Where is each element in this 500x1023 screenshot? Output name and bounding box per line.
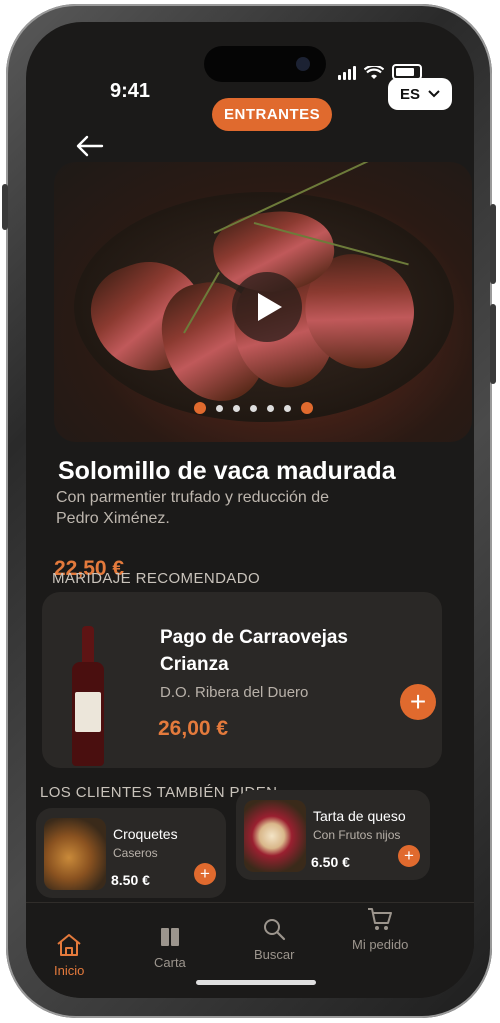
- suggestion-card[interactable]: Tarta de queso Con Frutos nijos 6.50 € +: [236, 790, 430, 880]
- carousel-dots[interactable]: [194, 402, 313, 414]
- tab-label: Inicio: [54, 963, 85, 978]
- pairing-section-label: MARIDAJE RECOMENDADO: [52, 570, 261, 587]
- suggestion-subtitle: Caseros: [113, 846, 158, 860]
- tab-mi-pedido[interactable]: Mi pedido: [352, 907, 408, 952]
- wine-pairing-card[interactable]: Pago de Carraovejas Crianza D.O. Ribera …: [42, 592, 442, 768]
- wine-bottle-image: [72, 626, 104, 766]
- chevron-down-icon: [428, 90, 440, 98]
- add-suggestion-button[interactable]: +: [398, 845, 420, 867]
- side-button: [2, 184, 8, 230]
- carousel-dot[interactable]: [194, 402, 206, 414]
- category-badge[interactable]: ENTRANTES: [212, 98, 333, 131]
- plus-icon: +: [404, 846, 414, 865]
- tab-carta[interactable]: Carta: [154, 925, 186, 970]
- cart-icon: [368, 908, 393, 930]
- wine-origin: D.O. Ribera del Duero: [160, 684, 309, 701]
- dish-description: Con parmentier trufado y reducción de Pe…: [56, 489, 330, 527]
- side-button: [490, 204, 496, 284]
- carousel-dot[interactable]: [267, 404, 274, 412]
- wine-name-line: Pago de Carraovejas: [160, 627, 348, 648]
- arrow-left-icon: [76, 135, 104, 157]
- plus-icon: +: [409, 686, 427, 717]
- add-wine-button[interactable]: +: [400, 684, 436, 720]
- app-screen: 9:41 ENTRANTES ES Solomillo de vaca madu…: [26, 22, 474, 998]
- back-button[interactable]: [76, 132, 104, 164]
- carousel-dot[interactable]: [216, 404, 223, 412]
- plus-icon: +: [200, 864, 210, 883]
- book-icon: [160, 928, 179, 946]
- status-time: 9:41: [110, 80, 151, 102]
- carousel-dot[interactable]: [233, 404, 240, 412]
- croquetas-image: [44, 818, 106, 890]
- suggestion-name: Croquetes: [113, 826, 178, 842]
- tab-label: Carta: [154, 955, 186, 970]
- cheesecake-image: [244, 800, 306, 872]
- tab-buscar[interactable]: Buscar: [254, 917, 294, 962]
- play-video-button[interactable]: [232, 272, 302, 342]
- tab-label: Mi pedido: [352, 937, 409, 952]
- camera-icon: [296, 57, 310, 71]
- dynamic-island: [204, 46, 326, 82]
- dish-title: Solomillo de vaca madurada: [58, 457, 396, 485]
- language-selector[interactable]: ES: [388, 78, 452, 110]
- home-icon: [57, 934, 81, 956]
- carousel-dot[interactable]: [301, 402, 313, 414]
- suggestion-name: Tarta de queso: [313, 808, 406, 824]
- search-icon: [264, 919, 286, 941]
- home-indicator: [196, 980, 316, 985]
- wine-name: Pago de Carraovejas Crianza: [160, 624, 348, 678]
- carousel-dot[interactable]: [250, 404, 257, 412]
- side-button: [490, 304, 496, 384]
- language-label: ES: [399, 85, 420, 103]
- wine-name-line: Crianza: [160, 654, 229, 675]
- wifi-icon: [364, 66, 384, 79]
- add-suggestion-button[interactable]: +: [194, 863, 216, 885]
- phone-frame: 9:41 ENTRANTES ES Solomillo de vaca madu…: [2, 4, 496, 1018]
- tab-inicio[interactable]: Inicio: [54, 933, 84, 978]
- suggestion-price: 8.50 €: [111, 872, 150, 888]
- suggestion-card[interactable]: Croquetes Caseros 8.50 € +: [36, 808, 226, 898]
- signal-icon: [338, 66, 356, 80]
- suggestion-price: 6.50 €: [311, 854, 350, 870]
- wine-price: 26,00 €: [158, 717, 229, 740]
- carousel-dot[interactable]: [284, 404, 291, 412]
- dish-media-carousel[interactable]: [54, 162, 472, 442]
- suggestion-subtitle: Con Frutos nijos: [313, 828, 401, 842]
- tab-label: Buscar: [254, 947, 295, 962]
